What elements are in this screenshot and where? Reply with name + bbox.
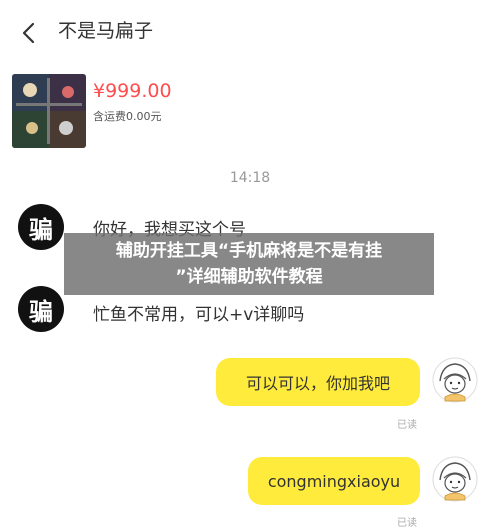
chat-timestamp: 14:18 (229, 170, 271, 186)
read-status: 已读 (397, 420, 417, 431)
my-avatar[interactable] (432, 456, 478, 502)
message-bubble[interactable]: congmingxiaoyu (248, 457, 420, 505)
shipping-info: 含运费0.00元 (93, 110, 162, 123)
sender-avatar[interactable]: 骗 (18, 204, 64, 250)
chat-header: 不是马扁子 (0, 0, 500, 62)
sender-avatar[interactable]: 骗 (18, 286, 64, 332)
product-card[interactable]: ¥999.00 含运费0.00元 (0, 62, 500, 152)
message-text: 可以可以，你加我吧 (245, 374, 390, 393)
overlay-banner: 辅助开挂工具“手机麻将是不是有挂 ”详细辅助软件教程 (64, 233, 434, 295)
message-bubble[interactable]: 可以可以，你加我吧 (216, 358, 420, 406)
read-status: 已读 (397, 518, 417, 529)
my-avatar[interactable] (432, 357, 478, 403)
product-thumbnail[interactable] (12, 74, 86, 148)
avatar-text: 骗 (29, 215, 53, 244)
overlay-line-1: 辅助开挂工具“手机麻将是不是有挂 (115, 241, 383, 261)
page-title: 不是马扁子 (58, 20, 154, 42)
product-price: ¥999.00 (93, 80, 172, 102)
back-button[interactable] (14, 18, 44, 48)
chevron-left-icon (22, 22, 35, 44)
avatar-text: 骗 (29, 297, 53, 326)
overlay-line-2: ”详细辅助软件教程 (175, 267, 323, 287)
message-text: congmingxiaoyu (267, 471, 401, 491)
message-text: 忙鱼不常用，可以+v详聊吗 (93, 305, 305, 325)
